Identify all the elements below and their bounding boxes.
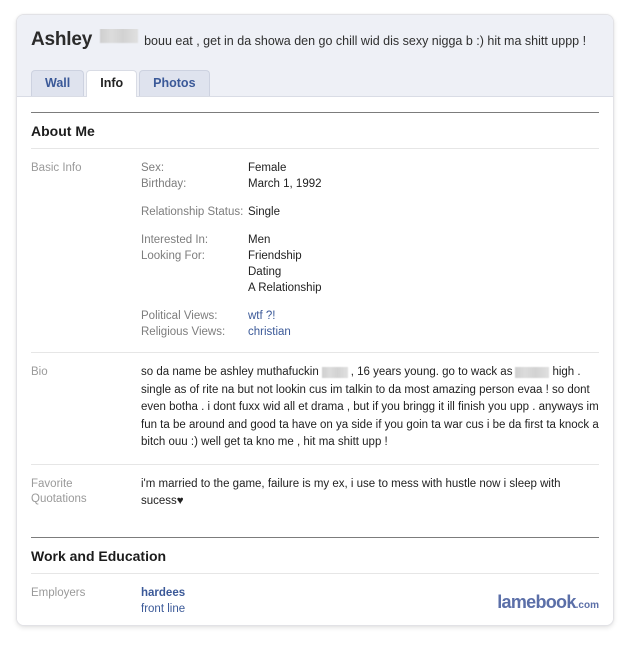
row-label-favorite-quotations-line2: Quotations bbox=[31, 492, 87, 505]
section-title-about-me: About Me bbox=[31, 112, 599, 148]
bio-content: so da name be ashley muthafuckin , 16 yea… bbox=[141, 364, 599, 452]
field-political-views: Political Views: wtf ?! bbox=[141, 308, 599, 324]
page-background: Ashley bouu eat , get in da showa den go… bbox=[0, 0, 630, 651]
field-group-looking-for: Interested In: Men Looking For: Friendsh… bbox=[141, 232, 599, 296]
row-favorite-quotations: Favorite Quotations i'm married to the g… bbox=[31, 463, 599, 523]
field-value-religious-views[interactable]: christian bbox=[248, 324, 291, 340]
redacted-bio-name-box bbox=[321, 367, 348, 379]
field-group-identity: Sex: Female Birthday: March 1, 1992 bbox=[141, 160, 599, 192]
row-label-employers: Employers bbox=[31, 586, 86, 599]
quote-body: i'm married to the game, failure is my e… bbox=[141, 477, 561, 508]
name-and-status-row: Ashley bouu eat , get in da showa den go… bbox=[31, 29, 599, 57]
field-value-interested-in: Men bbox=[248, 234, 271, 246]
section-title-work-and-education: Work and Education bbox=[31, 536, 599, 573]
field-value-looking-for-relationship: A Relationship bbox=[248, 282, 322, 294]
heart-icon: ♥ bbox=[176, 495, 184, 507]
tab-info[interactable]: Info bbox=[86, 70, 138, 97]
field-group-relationship: Relationship Status: Single bbox=[141, 204, 599, 220]
field-value-birthday: March 1, 1992 bbox=[248, 178, 322, 190]
watermark-tld: .com bbox=[575, 600, 599, 611]
row-label-favorite-quotations-line1: Favorite bbox=[31, 477, 73, 490]
row-label-basic-info: Basic Info bbox=[31, 162, 82, 174]
row-bio: Bio so da name be ashley muthafuckin , 16… bbox=[31, 352, 599, 464]
field-value-political-views[interactable]: wtf ?! bbox=[248, 308, 275, 324]
bio-text-part-1: so da name be ashley muthafuckin bbox=[141, 366, 319, 378]
field-value-relationship-status: Single bbox=[248, 206, 280, 218]
field-key-religious-views: Religious Views: bbox=[141, 326, 226, 338]
basic-info-fields: Sex: Female Birthday: March 1, 1992 Rela… bbox=[141, 160, 599, 340]
field-group-views: Political Views: wtf ?! Religious Views:… bbox=[141, 308, 599, 340]
favorite-quotations-content: i'm married to the game, failure is my e… bbox=[141, 476, 599, 511]
field-key-political-views: Political Views: bbox=[141, 310, 218, 322]
lamebook-watermark: lamebook.com bbox=[497, 593, 599, 615]
profile-header: Ashley bouu eat , get in da showa den go… bbox=[17, 15, 613, 97]
redacted-lastname-box bbox=[100, 29, 139, 43]
row-label-favorite-quotations: Favorite Quotations bbox=[31, 476, 141, 507]
field-looking-for: Looking For: Friendship bbox=[141, 248, 599, 264]
field-relationship-status: Relationship Status: Single bbox=[141, 204, 599, 220]
field-interested-in: Interested In: Men bbox=[141, 232, 599, 248]
tab-wall[interactable]: Wall bbox=[31, 70, 85, 96]
status-text: bouu eat , get in da showa den go chill … bbox=[144, 34, 587, 48]
tab-photos[interactable]: Photos bbox=[139, 70, 210, 96]
bio-text-part-2: , 16 years young. go to wack as bbox=[350, 366, 513, 378]
profile-body: About Me Basic Info Sex: Female Birthday… bbox=[17, 112, 613, 625]
favorite-quotations-text: i'm married to the game, failure is my e… bbox=[141, 476, 599, 511]
field-value-sex: Female bbox=[248, 162, 287, 174]
profile-card: Ashley bouu eat , get in da showa den go… bbox=[16, 14, 614, 626]
field-birthday: Birthday: March 1, 1992 bbox=[141, 176, 599, 192]
field-value-looking-for: Friendship bbox=[248, 250, 302, 262]
bio-text: so da name be ashley muthafuckin , 16 yea… bbox=[141, 364, 599, 452]
profile-tabs: Wall Info Photos bbox=[31, 70, 212, 97]
profile-name: Ashley bbox=[31, 29, 93, 50]
field-key-interested-in: Interested In: bbox=[141, 234, 209, 246]
field-religious-views: Religious Views: christian bbox=[141, 324, 599, 340]
row-basic-info: Basic Info Sex: Female Birthday: March 1… bbox=[31, 148, 599, 352]
field-key-relationship-status: Relationship Status: bbox=[141, 206, 244, 218]
field-key-birthday: Birthday: bbox=[141, 178, 187, 190]
field-value-looking-for-dating: Dating bbox=[248, 266, 282, 278]
redacted-bio-school-box bbox=[515, 367, 550, 379]
field-key-looking-for: Looking For: bbox=[141, 250, 205, 262]
field-key-sex: Sex: bbox=[141, 162, 165, 174]
field-sex: Sex: Female bbox=[141, 160, 599, 176]
row-label-bio: Bio bbox=[31, 366, 48, 378]
watermark-name: lamebook bbox=[497, 592, 576, 612]
